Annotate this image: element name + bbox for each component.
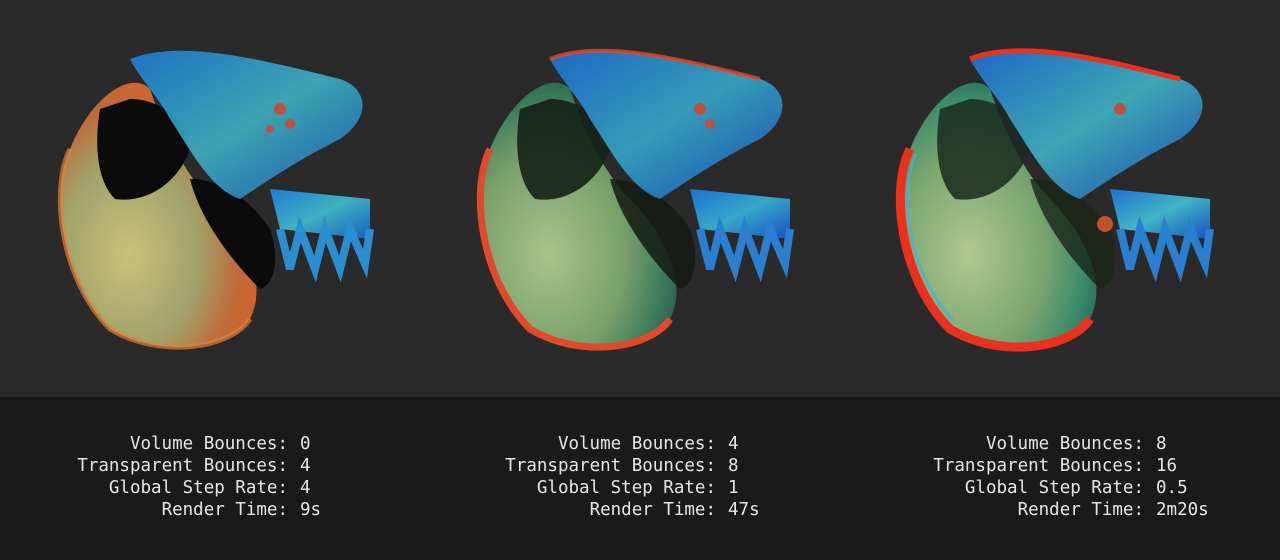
render-time-label: Render Time: [1017,500,1144,520]
transparent-bounces-label: Transparent Bounces: [933,456,1144,476]
render-settings-caption: Volume Bounces: 0 Transparent Bounces: 4 G… [60,433,321,521]
global-step-rate-label: Global Step Rate: [108,478,288,498]
global-step-rate-label: Global Step Rate: [964,478,1144,498]
transparent-bounces-value: 8 [728,456,739,476]
volume-bounces-label: Volume Bounces: [129,434,288,454]
volume-bounces-row: Volume Bounces: 4 [488,433,760,455]
global-step-rate-row: Global Step Rate: 4 [60,477,321,499]
transparent-bounces-value: 4 [300,456,311,476]
skull-render-volume-bounces-0 [40,29,400,369]
global-step-rate-value: 4 [300,478,311,498]
render-time-row: Render Time: 47s [488,499,760,521]
global-step-rate-row: Global Step Rate: 0.5 [916,477,1209,499]
volume-bounces-value: 4 [728,434,739,454]
global-step-rate-value: 0.5 [1156,478,1188,498]
skull-render-volume-bounces-4 [460,29,820,369]
render-time-row: Render Time: 9s [60,499,322,521]
skull-render-volume-bounces-8 [880,29,1240,369]
volume-bounces-label: Volume Bounces: [557,434,716,454]
volume-bounces-label: Volume Bounces: [985,434,1144,454]
render-settings-caption: Volume Bounces: 4 Transparent Bounces: 8 G… [488,433,760,521]
global-step-rate-value: 1 [728,478,739,498]
render-time-label: Render Time: [161,500,288,520]
render-time-value: 9s [300,500,322,520]
transparent-bounces-row: Transparent Bounces: 4 [60,455,321,477]
global-step-rate-label: Global Step Rate: [536,478,716,498]
volume-bounces-row: Volume Bounces: 0 [60,433,321,455]
caption-row: Volume Bounces: 0 Transparent Bounces: 4 G… [0,397,1280,560]
global-step-rate-row: Global Step Rate: 1 [488,477,760,499]
transparent-bounces-value: 16 [1156,456,1178,476]
transparent-bounces-label: Transparent Bounces: [77,456,288,476]
render-time-value: 2m20s [1156,500,1209,520]
volume-bounces-row: Volume Bounces: 8 [916,433,1209,455]
transparent-bounces-row: Transparent Bounces: 8 [488,455,760,477]
render-time-label: Render Time: [589,500,716,520]
comparison-figure: Volume Bounces: 0 Transparent Bounces: 4 G… [0,0,1280,560]
volume-bounces-value: 8 [1156,434,1167,454]
render-time-value: 47s [728,500,760,520]
transparent-bounces-row: Transparent Bounces: 16 [916,455,1209,477]
volume-bounces-value: 0 [300,434,311,454]
render-time-row: Render Time: 2m20s [916,499,1209,521]
render-row [0,0,1280,397]
transparent-bounces-label: Transparent Bounces: [505,456,716,476]
render-settings-caption: Volume Bounces: 8 Transparent Bounces: 16 … [916,433,1209,521]
